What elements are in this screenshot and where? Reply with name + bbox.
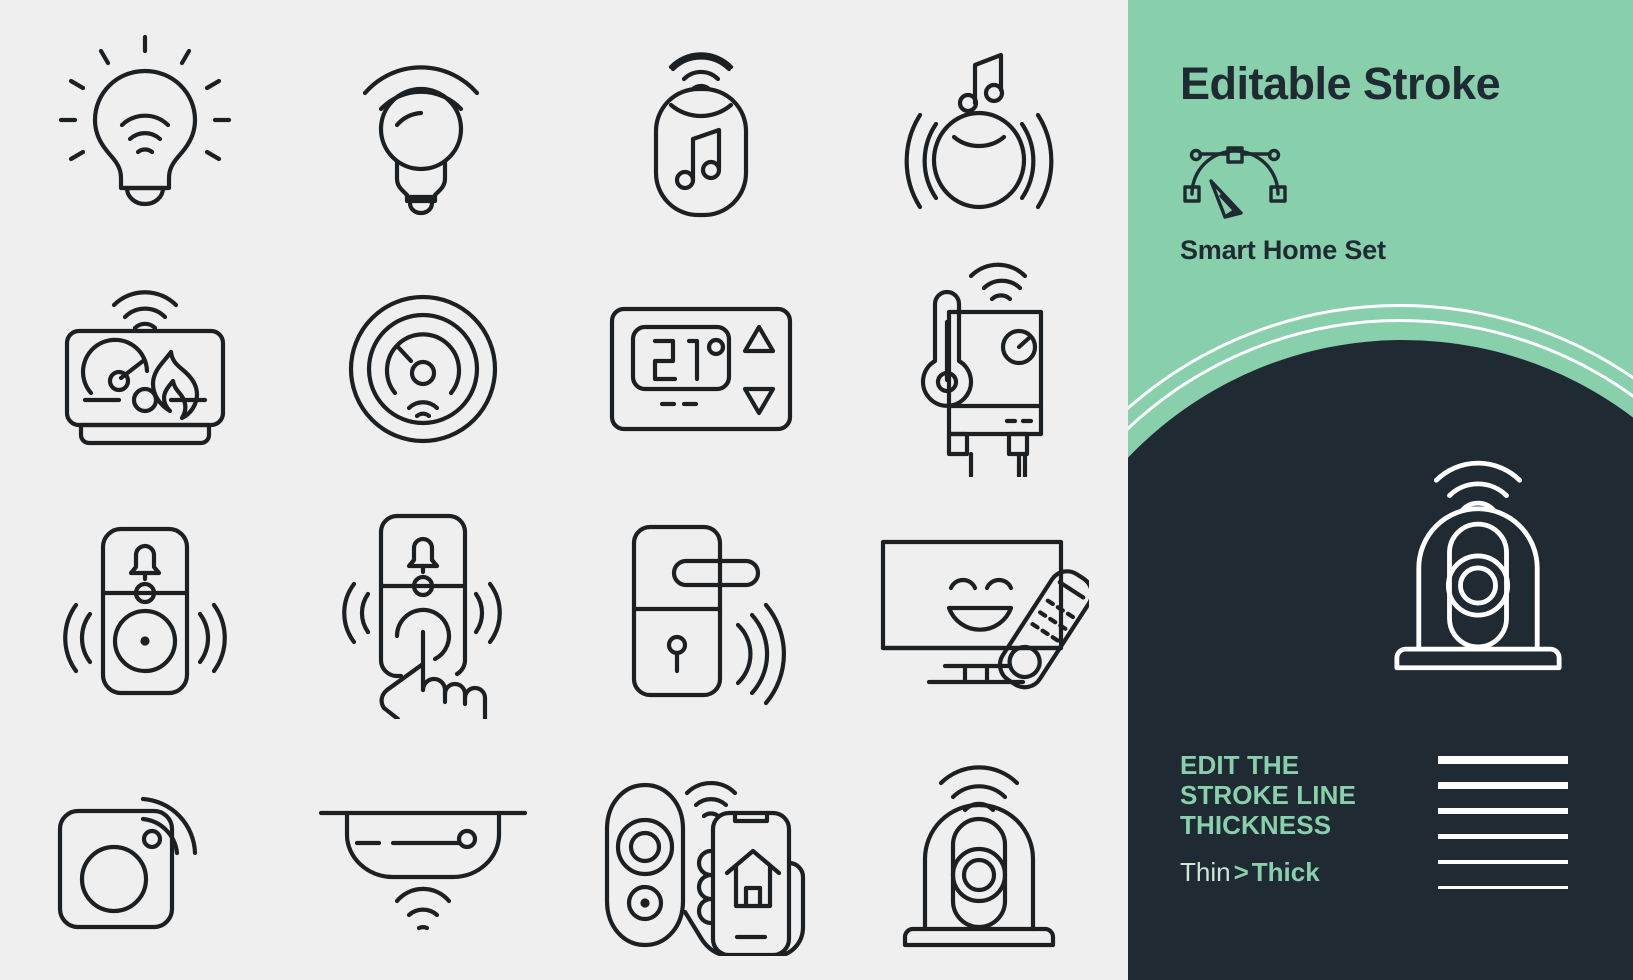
smart-water-heater-icon bbox=[920, 262, 1044, 477]
smart-thermostat-icon bbox=[609, 306, 793, 432]
footer-heading-line-1: EDIT THE bbox=[1180, 750, 1300, 780]
icon-cell-round-smart-speaker-sound[interactable] bbox=[840, 6, 1118, 248]
icon-cell-smart-tv-remote[interactable] bbox=[840, 490, 1118, 732]
promo-title: Editable Stroke bbox=[1180, 58, 1501, 109]
smart-boiler-panel-icon bbox=[64, 290, 226, 446]
icon-cell-smart-boiler-panel[interactable] bbox=[6, 248, 284, 490]
bezier-pen-icon bbox=[1180, 142, 1290, 227]
poster-root: Editable Stroke Smart Home Set EDIT THE … bbox=[0, 0, 1633, 980]
ceiling-motion-sensor-icon bbox=[318, 810, 528, 931]
smart-remote-phone-app-icon bbox=[604, 780, 806, 956]
icon-grid bbox=[0, 0, 1128, 980]
smart-security-camera-icon bbox=[902, 764, 1056, 947]
footer-separator: > bbox=[1233, 857, 1249, 888]
icon-cell-smart-camera-wifi[interactable] bbox=[6, 732, 284, 974]
icon-cell-smart-speaker-music[interactable] bbox=[562, 6, 840, 248]
footer-thick-label: Thick bbox=[1251, 857, 1320, 888]
icon-cell-smart-water-heater[interactable] bbox=[840, 248, 1118, 490]
smart-smoke-detector-icon bbox=[348, 294, 498, 444]
icon-cell-ceiling-motion-sensor[interactable] bbox=[284, 732, 562, 974]
smart-doorbell-ringing-icon bbox=[63, 526, 227, 696]
smart-light-bulb-wifi-icon bbox=[58, 34, 232, 207]
smart-door-lock-icon bbox=[631, 524, 786, 706]
smart-tv-remote-icon bbox=[880, 539, 1089, 690]
icon-cell-smart-doorbell-ringing[interactable] bbox=[6, 490, 284, 732]
smart-bulb-signal-icon bbox=[362, 65, 480, 216]
smart-speaker-music-icon bbox=[653, 52, 749, 218]
stroke-sample-2 bbox=[1438, 782, 1568, 789]
footer-heading-line-2: STROKE LINE bbox=[1180, 780, 1356, 811]
icon-cell-smart-bulb-signal[interactable] bbox=[284, 6, 562, 248]
stroke-sample-4 bbox=[1438, 834, 1568, 839]
icon-cell-smart-smoke-detector[interactable] bbox=[284, 248, 562, 490]
icon-cell-smart-doorbell-press[interactable] bbox=[284, 490, 562, 732]
icon-cell-smart-light-bulb-wifi[interactable] bbox=[6, 6, 284, 248]
round-smart-speaker-sound-icon bbox=[904, 52, 1054, 210]
smart-camera-wifi-icon bbox=[57, 796, 198, 930]
footer-thin-label: Thin bbox=[1180, 857, 1231, 888]
footer-heading-line-3: THICKNESS bbox=[1180, 810, 1332, 841]
stroke-thickness-samples bbox=[1438, 756, 1568, 912]
stroke-sample-5 bbox=[1438, 860, 1568, 864]
featured-smart-camera-icon bbox=[1368, 432, 1588, 687]
icon-cell-smart-remote-phone-app[interactable] bbox=[562, 732, 840, 974]
smart-doorbell-press-icon bbox=[342, 513, 502, 719]
stroke-sample-3 bbox=[1438, 808, 1568, 814]
stroke-sample-1 bbox=[1438, 756, 1568, 764]
promo-panel: Editable Stroke Smart Home Set EDIT THE … bbox=[1128, 0, 1633, 980]
footer-thin-thick: Thin > Thick bbox=[1180, 857, 1356, 888]
promo-subtitle: Smart Home Set bbox=[1180, 235, 1386, 265]
icon-cell-smart-door-lock[interactable] bbox=[562, 490, 840, 732]
icon-cell-smart-security-camera[interactable] bbox=[840, 732, 1118, 974]
footer-text-block: EDIT THE STROKE LINE THICKNESS Thin > Thic… bbox=[1180, 750, 1356, 888]
stroke-sample-6 bbox=[1438, 886, 1568, 889]
icon-cell-smart-thermostat[interactable] bbox=[562, 248, 840, 490]
